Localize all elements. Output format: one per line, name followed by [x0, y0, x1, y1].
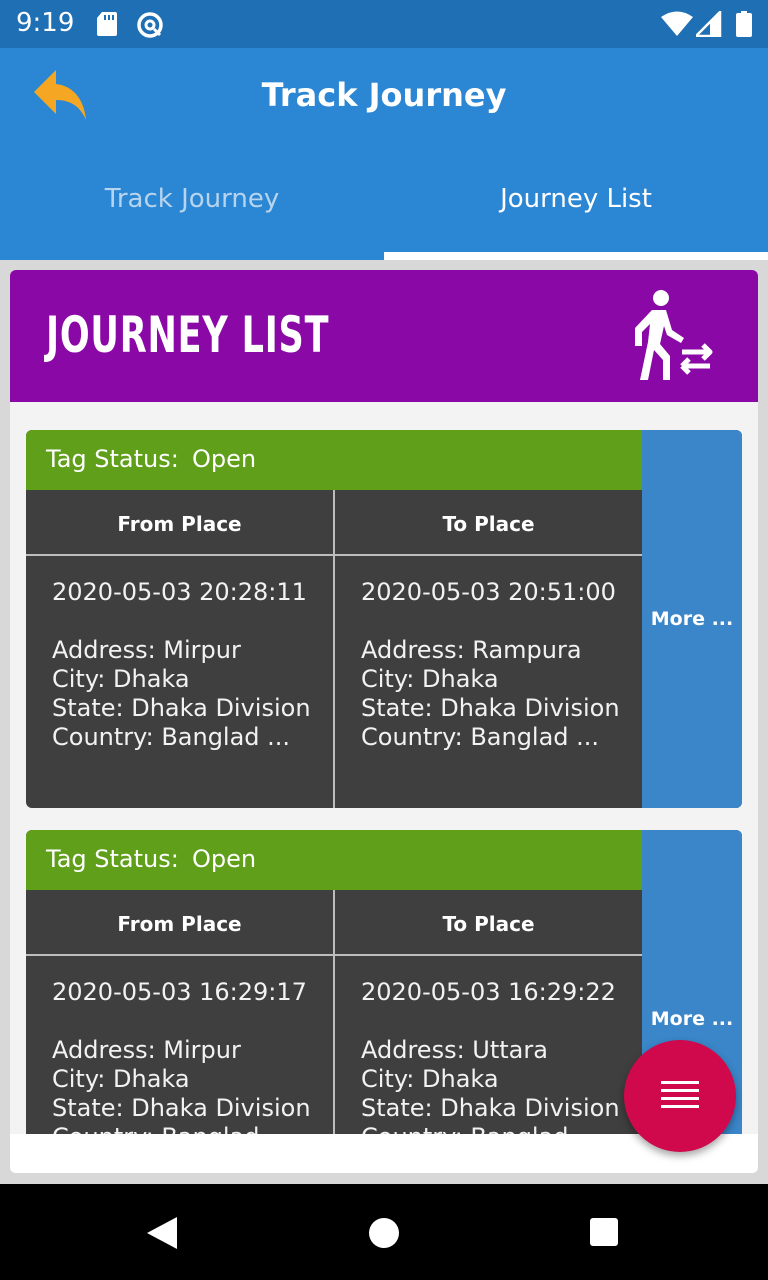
- tab-label: Journey List: [500, 184, 652, 214]
- to-place-header: To Place: [335, 490, 642, 556]
- journey-list[interactable]: Tag Status: Open From Place To Place 202…: [10, 402, 758, 1134]
- from-city: City: Dhaka: [52, 1065, 190, 1093]
- nav-back-icon[interactable]: [146, 1216, 178, 1250]
- nav-home-icon[interactable]: [368, 1217, 400, 1249]
- system-nav-bar: [0, 1184, 768, 1280]
- tag-status-value: Open: [192, 845, 257, 873]
- tag-status-value: Open: [192, 445, 257, 473]
- more-button[interactable]: More ...: [642, 1008, 742, 1030]
- tab-label: Track Journey: [104, 184, 280, 214]
- from-address: Address: Mirpur: [52, 636, 241, 664]
- to-city: City: Dhaka: [361, 1065, 499, 1093]
- from-country: Country: Banglad ...: [52, 1123, 342, 1134]
- from-address: Address: Mirpur: [52, 1036, 241, 1064]
- to-place-label: To Place: [442, 512, 535, 536]
- battery-icon: [736, 11, 752, 37]
- banner-title: JOURNEY LIST: [46, 306, 330, 364]
- to-city: City: Dhaka: [361, 665, 499, 693]
- journey-card[interactable]: Tag Status: Open From Place To Place 202…: [26, 430, 742, 808]
- tab-track-journey[interactable]: Track Journey: [0, 168, 384, 260]
- from-datetime: 2020-05-03 20:28:11: [52, 578, 307, 606]
- to-place-details: 2020-05-03 20:51:00 Address: Rampura Cit…: [361, 578, 651, 752]
- tag-status-bar: Tag Status: Open: [26, 830, 642, 890]
- wifi-icon: [661, 11, 693, 36]
- page-title: Track Journey: [261, 76, 507, 114]
- at-sign-icon: [137, 12, 163, 38]
- from-place-details: 2020-05-03 20:28:11 Address: Mirpur City…: [52, 578, 342, 752]
- tag-status-bar: Tag Status: Open: [26, 430, 642, 490]
- tab-journey-list[interactable]: Journey List: [384, 168, 768, 260]
- to-state: State: Dhaka Division: [361, 694, 620, 722]
- from-country: Country: Banglad ...: [52, 723, 291, 751]
- from-datetime: 2020-05-03 16:29:17: [52, 978, 307, 1006]
- to-datetime: 2020-05-03 20:51:00: [361, 578, 616, 606]
- menu-lines-icon: [661, 1081, 699, 1113]
- signal-icon: [696, 11, 722, 37]
- from-place-header: From Place: [26, 890, 333, 956]
- to-address: Address: Rampura: [361, 636, 582, 664]
- more-column[interactable]: More ...: [642, 430, 742, 808]
- from-place-header: From Place: [26, 490, 333, 556]
- sd-card-icon: [97, 12, 117, 36]
- to-state: State: Dhaka Division: [361, 1094, 620, 1122]
- walking-transfer-icon: [635, 290, 713, 380]
- tag-status-label: Tag Status:: [46, 845, 179, 873]
- to-place-label: To Place: [442, 912, 535, 936]
- to-country: Country: Banglad ...: [361, 723, 600, 751]
- from-state: State: Dhaka Division: [52, 1094, 311, 1122]
- to-country: Country: Banglad ...: [361, 1123, 651, 1134]
- journey-list-banner: JOURNEY LIST: [10, 270, 758, 402]
- from-state: State: Dhaka Division: [52, 694, 311, 722]
- from-city: City: Dhaka: [52, 665, 190, 693]
- from-place-label: From Place: [117, 512, 242, 536]
- journey-list-panel: JOURNEY LIST Tag Status: Open From Place…: [10, 270, 758, 1173]
- to-place-header: To Place: [335, 890, 642, 956]
- status-bar: 9:19: [0, 0, 768, 48]
- to-address: Address: Uttara: [361, 1036, 548, 1064]
- nav-recents-icon[interactable]: [590, 1218, 618, 1246]
- more-button[interactable]: More ...: [642, 608, 742, 630]
- to-datetime: 2020-05-03 16:29:22: [361, 978, 616, 1006]
- from-place-label: From Place: [117, 912, 242, 936]
- to-place-details: 2020-05-03 16:29:22 Address: Uttara City…: [361, 978, 651, 1134]
- status-time: 9:19: [16, 8, 75, 38]
- from-place-details: 2020-05-03 16:29:17 Address: Mirpur City…: [52, 978, 342, 1134]
- menu-fab-button[interactable]: [624, 1040, 736, 1152]
- tag-status-label: Tag Status:: [46, 445, 179, 473]
- app-bar: Track Journey Track Journey Journey List: [0, 48, 768, 260]
